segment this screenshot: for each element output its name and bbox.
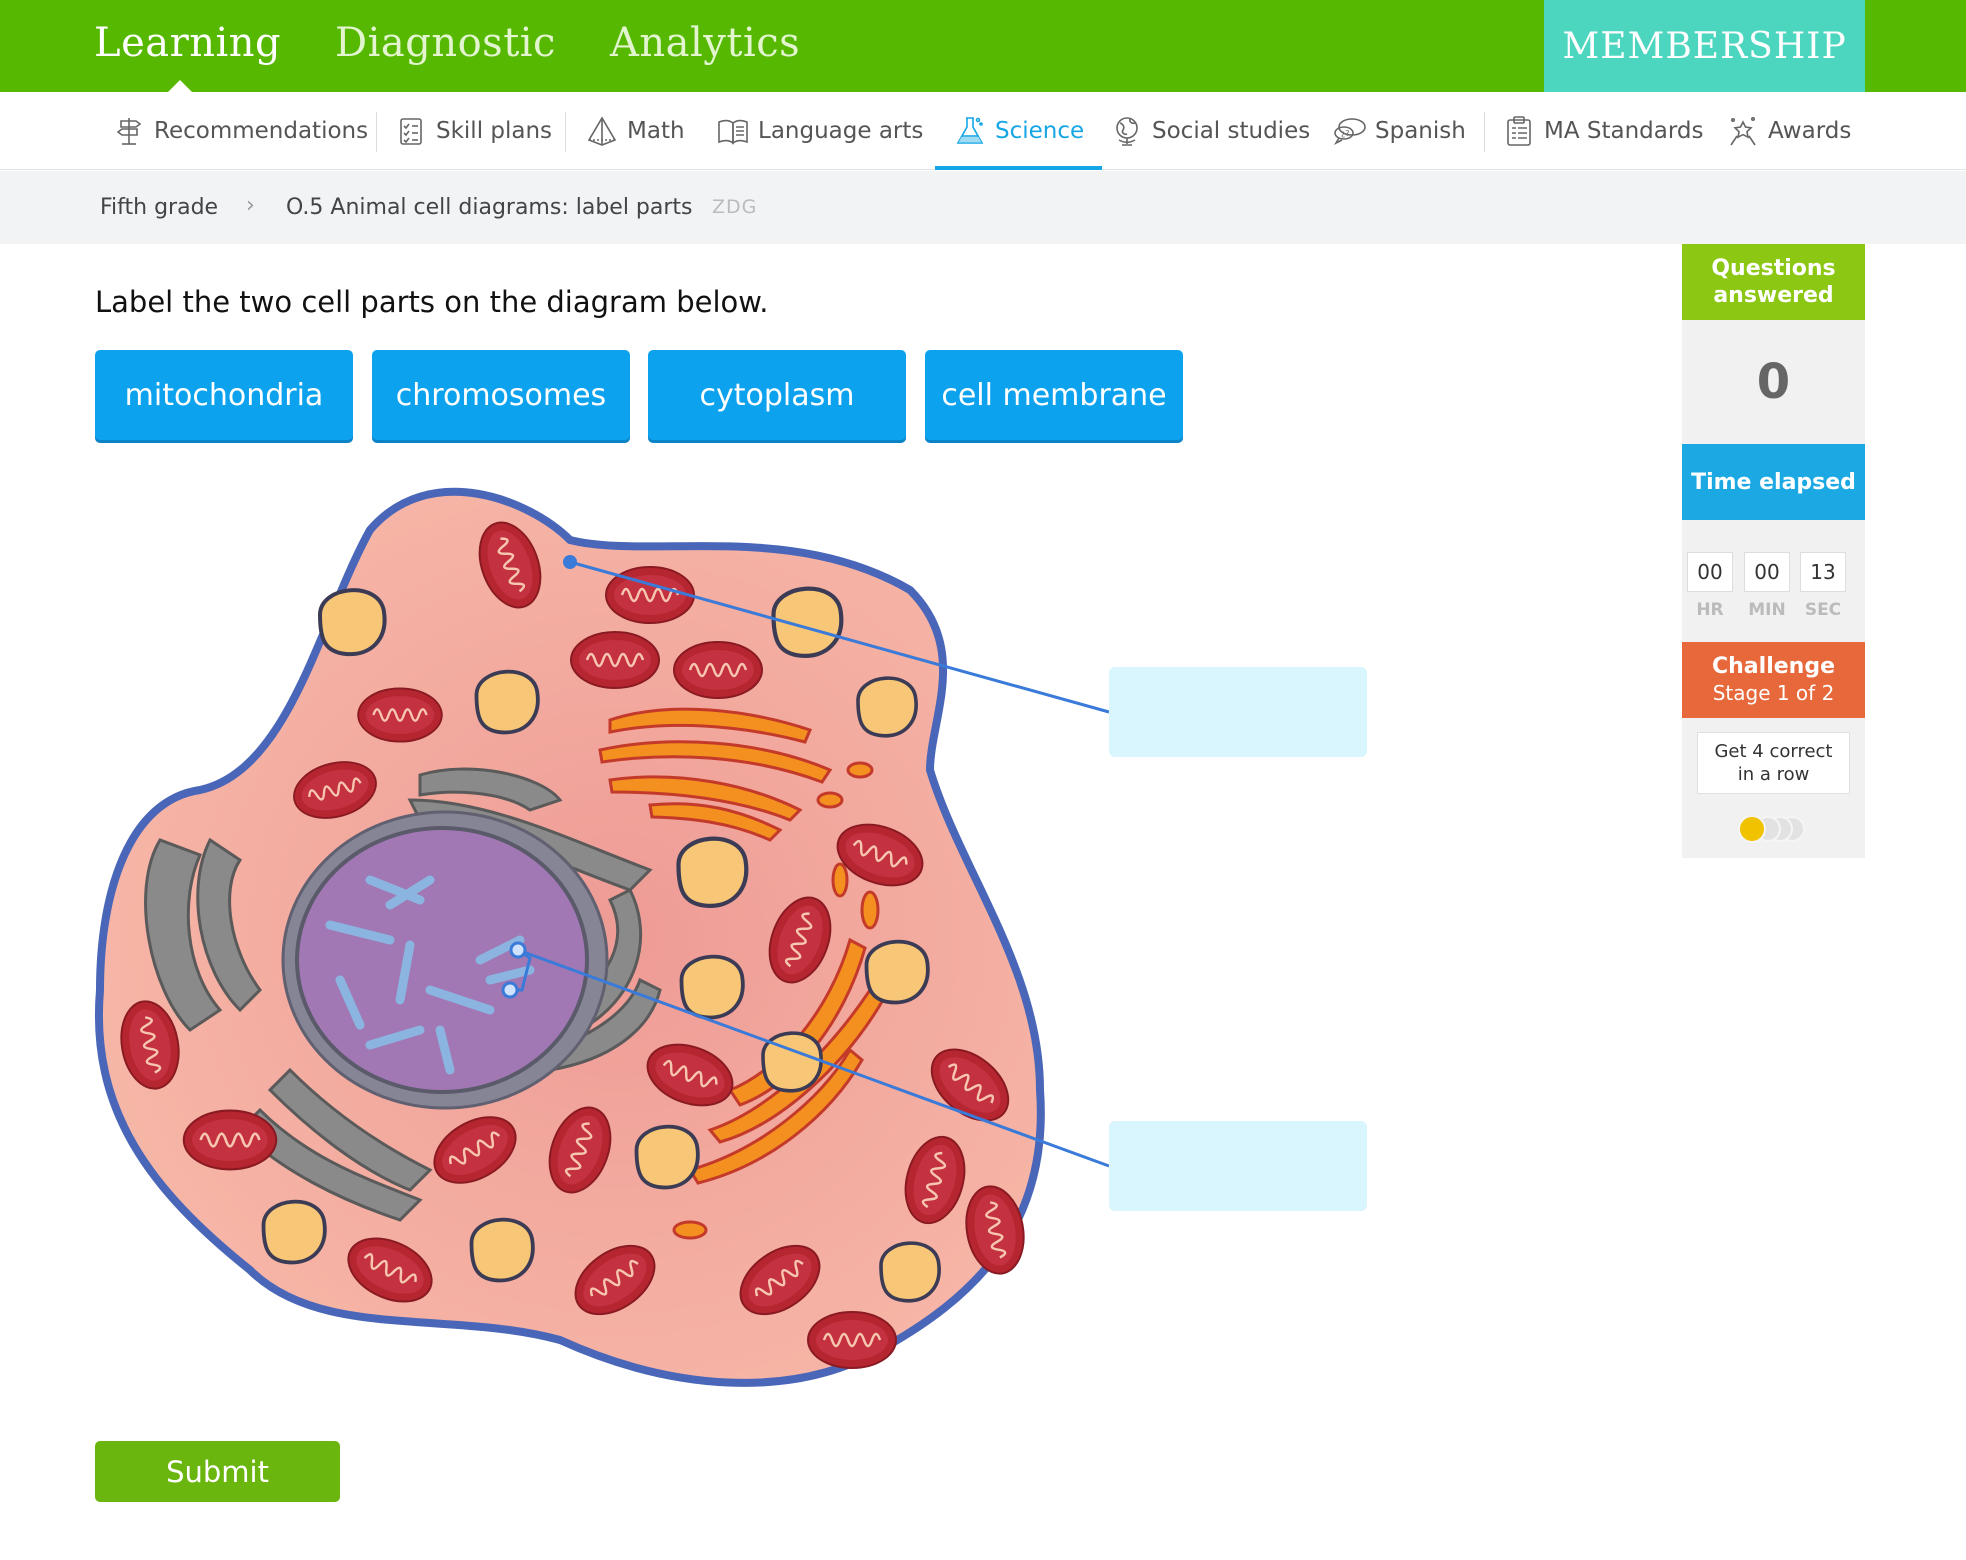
challenge-body: Get 4 correct in a row	[1682, 718, 1865, 858]
active-tab-caret	[168, 80, 192, 92]
signpost-icon	[116, 118, 142, 145]
flask-icon	[956, 117, 984, 144]
questions-answered-label: Questions answered	[1682, 244, 1865, 320]
subnav-label: MA Standards	[1544, 118, 1704, 144]
tab-learning[interactable]: Learning	[94, 20, 281, 66]
challenge-title: Challenge	[1712, 654, 1835, 679]
challenge-progress-dots	[1738, 815, 1805, 843]
checklist-icon	[400, 118, 422, 145]
question-prompt: Label the two cell parts on the diagram …	[95, 285, 769, 319]
questions-answered-value: 0	[1682, 320, 1865, 444]
award-icon	[1730, 116, 1756, 146]
timer-seconds-label: SEC	[1804, 600, 1842, 620]
divider	[565, 112, 566, 152]
subnav-ma-standards[interactable]: MA Standards	[1502, 92, 1704, 170]
choice-chromosomes[interactable]: chromosomes	[372, 350, 630, 440]
timer-minutes-label: MIN	[1748, 600, 1786, 620]
breadcrumb-grade[interactable]: Fifth grade	[100, 195, 218, 220]
subnav-label: Spanish	[1375, 118, 1466, 144]
tab-analytics[interactable]: Analytics	[610, 20, 800, 66]
progress-sidebar: Questions answered 0 Time elapsed 00 00 …	[1682, 244, 1865, 858]
subnav-language-arts[interactable]: Language arts	[716, 92, 923, 170]
choice-cell-membrane[interactable]: cell membrane	[925, 350, 1183, 440]
breadcrumb: Fifth grade › O.5 Animal cell diagrams: …	[0, 171, 1966, 244]
choice-mitochondria[interactable]: mitochondria	[95, 350, 353, 440]
subnav-skill-plans[interactable]: Skill plans	[394, 92, 552, 170]
svg-text:¿?: ¿?	[1341, 129, 1350, 138]
skill-code: ZDG	[712, 196, 758, 218]
timer-hours: 00	[1687, 552, 1733, 592]
time-elapsed-label: Time elapsed	[1682, 444, 1865, 520]
timer-hours-label: HR	[1696, 600, 1724, 620]
chevron-right-icon: ›	[246, 193, 255, 218]
divider	[1484, 112, 1485, 152]
subnav-recommendations[interactable]: Recommendations	[112, 92, 368, 170]
speech-bubbles-icon: ¿?	[1333, 118, 1366, 145]
timer-seconds: 13	[1800, 552, 1846, 592]
challenge-goal: Get 4 correct in a row	[1697, 732, 1850, 794]
clipboard-icon	[1507, 116, 1531, 146]
subnav-spanish[interactable]: ¿? Spanish	[1333, 92, 1466, 170]
breadcrumb-skill: O.5 Animal cell diagrams: label parts	[286, 195, 693, 220]
subject-nav: Recommendations Skill plans Math Languag…	[0, 92, 1966, 170]
animal-cell-diagram	[94, 487, 1110, 1387]
top-nav: Learning Diagnostic Analytics MEMBERSHIP	[0, 0, 1966, 92]
subnav-label: Recommendations	[154, 118, 369, 144]
choice-cytoplasm[interactable]: cytoplasm	[648, 350, 906, 440]
subnav-label: Language arts	[758, 118, 924, 144]
nucleus	[281, 810, 609, 1110]
subnav-label: Science	[995, 118, 1085, 144]
pyramid-icon	[587, 116, 617, 146]
divider	[376, 112, 377, 152]
subnav-math[interactable]: Math	[585, 92, 685, 170]
timer: 00 00 13 HR MIN SEC	[1682, 520, 1865, 642]
label-drop-target-2[interactable]	[1109, 1121, 1367, 1211]
challenge-stage: Stage 1 of 2	[1712, 681, 1835, 705]
subnav-label: Social studies	[1152, 118, 1311, 144]
challenge-header: Challenge Stage 1 of 2	[1682, 642, 1865, 718]
subnav-awards[interactable]: Awards	[1726, 92, 1851, 170]
subnav-social-studies[interactable]: Social studies	[1110, 92, 1310, 170]
book-icon	[718, 119, 748, 145]
timer-minutes: 00	[1744, 552, 1790, 592]
submit-button[interactable]: Submit	[95, 1441, 340, 1502]
globe-icon	[1116, 117, 1138, 146]
subnav-label: Skill plans	[436, 118, 553, 144]
subnav-science[interactable]: Science	[934, 92, 1103, 170]
membership-button[interactable]: MEMBERSHIP	[1544, 0, 1865, 92]
subnav-label: Awards	[1768, 118, 1852, 144]
label-drop-target-1[interactable]	[1109, 667, 1367, 757]
subnav-label: Math	[627, 118, 685, 144]
tab-diagnostic[interactable]: Diagnostic	[335, 20, 556, 66]
